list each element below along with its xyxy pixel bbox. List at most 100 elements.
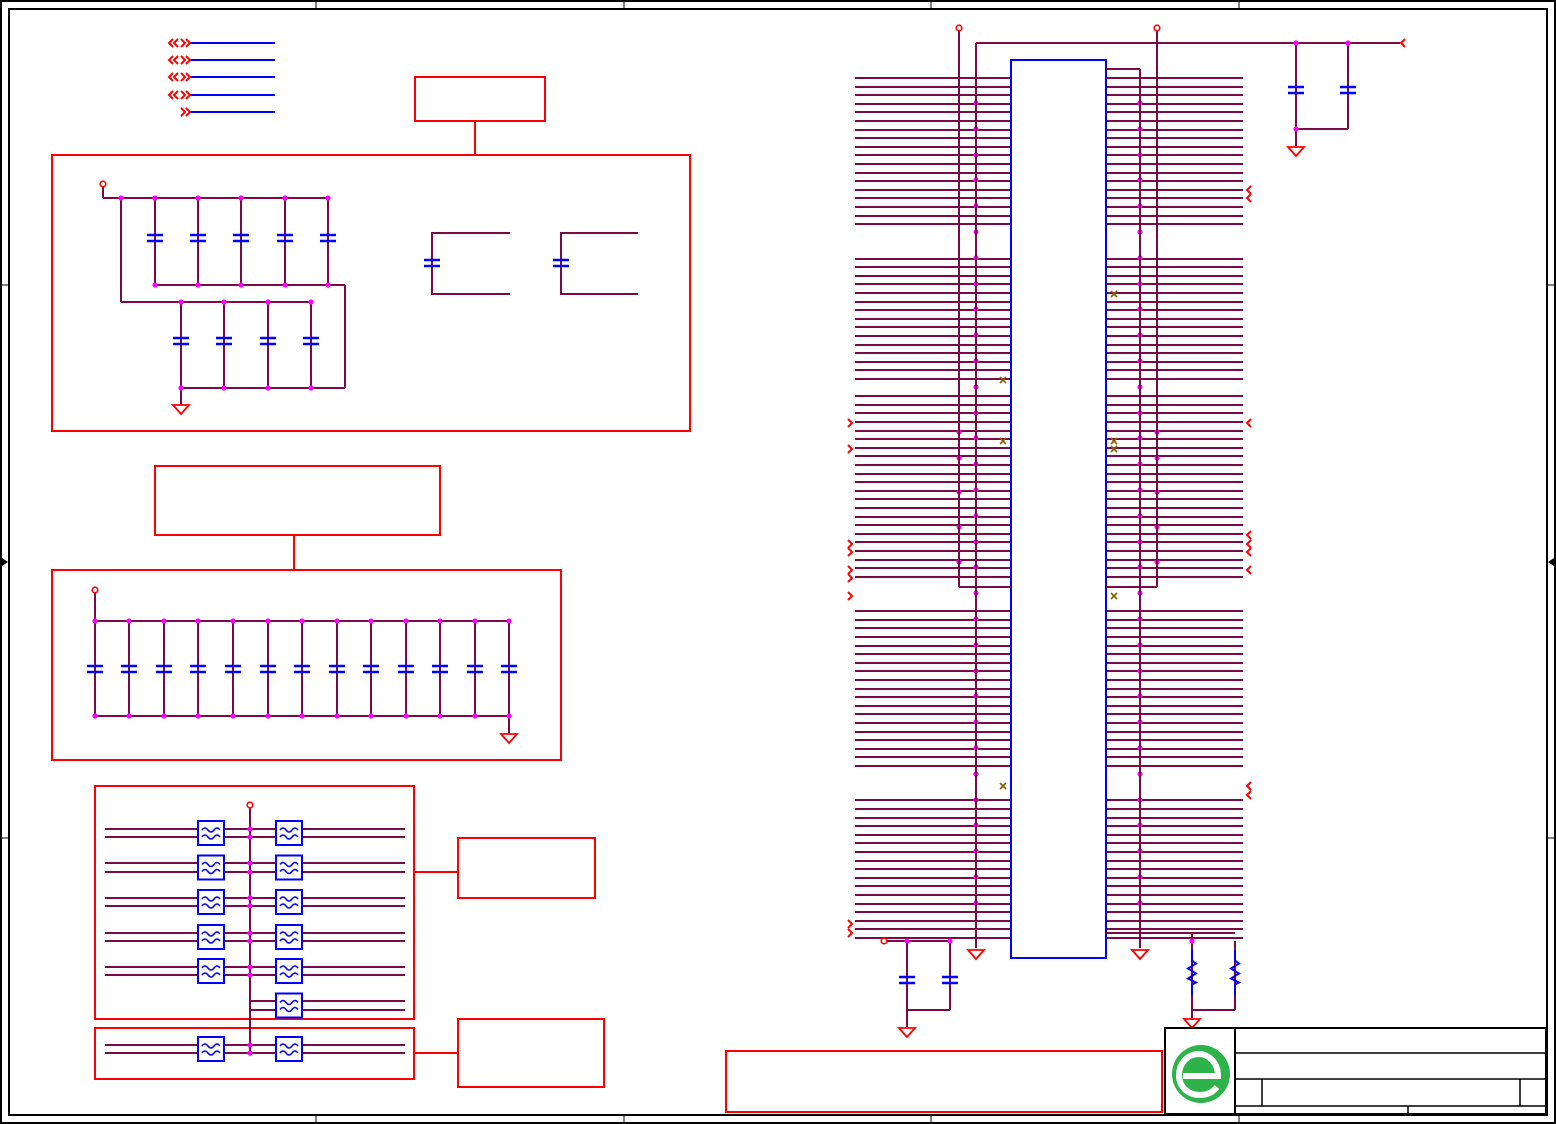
ground-symbol-icon bbox=[965, 949, 987, 961]
junction-dot bbox=[299, 618, 305, 624]
junction-dot bbox=[947, 938, 953, 944]
junction-dot bbox=[152, 195, 158, 201]
junction-dot bbox=[1293, 126, 1299, 132]
junction-dot bbox=[437, 713, 443, 719]
ferrite-bead-icon bbox=[275, 820, 303, 846]
ferrite-bead-icon bbox=[275, 854, 303, 881]
power-port-icon bbox=[1153, 24, 1161, 32]
junction-dot bbox=[247, 860, 253, 866]
junction-dot bbox=[247, 1042, 253, 1048]
note-box-2 bbox=[154, 465, 441, 536]
offsheet-arrow-icon bbox=[1245, 193, 1252, 203]
junction-dot bbox=[472, 618, 478, 624]
offsheet-arrow-icon bbox=[847, 418, 854, 428]
ferrite-block bbox=[94, 785, 415, 1020]
junction-dot bbox=[506, 618, 512, 624]
ferrite-bead-icon bbox=[275, 889, 303, 915]
outer-frame bbox=[0, 0, 1556, 1124]
offsheet-arrow-icon bbox=[847, 573, 854, 583]
no-connect-icon bbox=[1110, 592, 1118, 600]
junction-dot bbox=[195, 618, 201, 624]
connector-body bbox=[1010, 59, 1107, 959]
right-center-arrow-icon bbox=[1548, 558, 1554, 566]
ground-symbol-icon bbox=[896, 1027, 918, 1039]
note-box-3 bbox=[457, 837, 596, 899]
offsheet-arrow-icon bbox=[847, 444, 854, 454]
ferrite-beads bbox=[105, 801, 405, 1062]
offsheet-arrow-icon bbox=[847, 539, 854, 549]
offsheet-arrow-icon bbox=[1245, 547, 1252, 557]
power-port-icon bbox=[955, 24, 963, 32]
junction-dot bbox=[161, 618, 167, 624]
junction-dot bbox=[230, 618, 236, 624]
junction-dot bbox=[437, 618, 443, 624]
offsheet-arrow-icon bbox=[167, 38, 179, 48]
junction-dot bbox=[247, 930, 253, 936]
note-box-5 bbox=[725, 1050, 1163, 1113]
offsheet-arrow-icon bbox=[167, 72, 179, 82]
offsheet-ports-top-left bbox=[190, 42, 275, 113]
ground-symbol-icon bbox=[1129, 949, 1151, 961]
ground-symbol-icon bbox=[170, 404, 192, 416]
no-connect-icon bbox=[999, 782, 1007, 790]
offsheet-arrow-icon bbox=[1245, 539, 1252, 549]
junction-dot bbox=[282, 195, 288, 201]
block2-capacitors bbox=[87, 586, 520, 745]
junction-dot bbox=[92, 618, 98, 624]
junction-dot bbox=[247, 903, 253, 909]
ferrite-bead-icon bbox=[197, 889, 225, 915]
power-port-icon bbox=[880, 937, 888, 945]
junction-dot bbox=[368, 713, 374, 719]
junction-dot bbox=[325, 282, 331, 288]
junction-dot bbox=[126, 713, 132, 719]
offsheet-arrow-icon bbox=[167, 90, 179, 100]
ferrite-bead-icon bbox=[275, 924, 303, 950]
junction-dot bbox=[247, 834, 253, 840]
junction-dot bbox=[1345, 40, 1351, 46]
offsheet-arrow-icon bbox=[180, 72, 192, 82]
ferrite-bead-icon bbox=[197, 820, 225, 846]
offsheet-arrow-icon bbox=[180, 55, 192, 65]
junction-dot bbox=[282, 282, 288, 288]
junction-dot bbox=[238, 282, 244, 288]
junction-dot bbox=[195, 195, 201, 201]
offsheet-arrow-icon bbox=[847, 547, 854, 557]
power-port-icon bbox=[99, 180, 107, 188]
junction-dot bbox=[152, 282, 158, 288]
offsheet-arrow-icon bbox=[180, 107, 192, 117]
ferrite-bead-icon bbox=[197, 854, 225, 881]
offsheet-arrow-icon bbox=[1245, 565, 1252, 575]
junction-dot bbox=[238, 195, 244, 201]
ground-symbol-icon bbox=[498, 733, 520, 745]
junction-dot bbox=[118, 195, 124, 201]
junction-dot bbox=[230, 713, 236, 719]
junction-dot bbox=[161, 713, 167, 719]
schematic-sheet bbox=[0, 0, 1556, 1124]
ferrite-bead-icon bbox=[275, 958, 303, 984]
ferrite-bead-icon bbox=[197, 1036, 225, 1062]
junction-dot bbox=[265, 618, 271, 624]
junction-dot bbox=[265, 713, 271, 719]
offsheet-arrow-icon bbox=[1245, 530, 1252, 540]
junction-dot bbox=[247, 895, 253, 901]
ferrite-bead-icon bbox=[197, 924, 225, 950]
power-port-icon bbox=[91, 586, 99, 594]
junction-dot bbox=[368, 618, 374, 624]
junction-dot bbox=[178, 385, 184, 391]
ground-symbol-icon bbox=[1181, 1018, 1203, 1030]
offsheet-arrow-icon bbox=[847, 565, 854, 575]
junction-dot bbox=[247, 1050, 253, 1056]
ground-symbol-icon bbox=[1285, 146, 1307, 158]
offsheet-arrow-icon bbox=[180, 90, 192, 100]
ferrite-bead-icon bbox=[275, 992, 303, 1019]
offsheet-arrow-icon bbox=[180, 38, 192, 48]
ferrite-bead-icon bbox=[275, 1036, 303, 1062]
junction-dot bbox=[247, 938, 253, 944]
offsheet-arrow-icon bbox=[1245, 418, 1252, 428]
junction-dot bbox=[92, 713, 98, 719]
zone-ticks bbox=[1, 1, 1555, 1123]
company-logo-icon bbox=[1172, 1045, 1230, 1103]
junction-dot bbox=[308, 385, 314, 391]
note-box-1 bbox=[414, 76, 546, 122]
junction-dot bbox=[403, 618, 409, 624]
